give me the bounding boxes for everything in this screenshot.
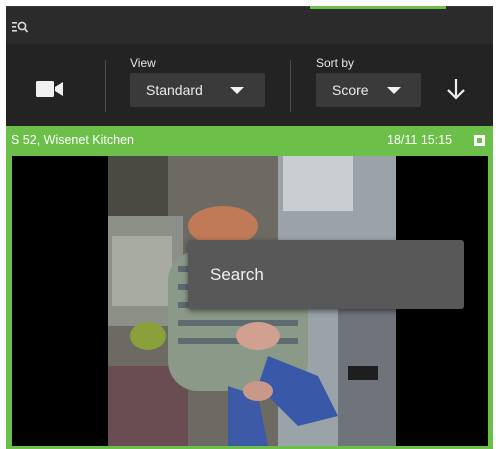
arrow-down-icon[interactable] — [446, 78, 466, 100]
view-select[interactable]: Standard — [130, 73, 265, 107]
sort-select[interactable]: Score — [316, 73, 421, 107]
search-filter-icon[interactable] — [12, 21, 28, 33]
timestamp: 18/11 15:15 — [387, 133, 453, 147]
sort-label: Sort by — [316, 56, 355, 70]
card-header: S 52, Wisenet Kitchen 18/11 15:15 — [6, 126, 493, 154]
top-bar — [6, 6, 493, 44]
toolbar: View Standard Sort by Score — [6, 44, 493, 126]
view-select-value: Standard — [146, 82, 203, 98]
result-panel: View Standard Sort by Score S 52, Wisene… — [6, 6, 493, 449]
context-menu: Search — [188, 240, 464, 309]
toolbar-divider — [290, 60, 291, 112]
camera-name: S 52, Wisenet Kitchen — [11, 133, 134, 147]
active-tab-indicator — [310, 6, 446, 9]
chevron-down-icon — [387, 87, 401, 94]
chevron-down-icon — [230, 87, 244, 94]
camera-icon[interactable] — [36, 80, 64, 98]
view-label: View — [130, 56, 156, 70]
context-menu-item-search[interactable]: Search — [188, 240, 464, 309]
sort-select-value: Score — [332, 82, 369, 98]
toolbar-divider — [105, 60, 106, 112]
checkbox-icon[interactable] — [474, 135, 485, 146]
